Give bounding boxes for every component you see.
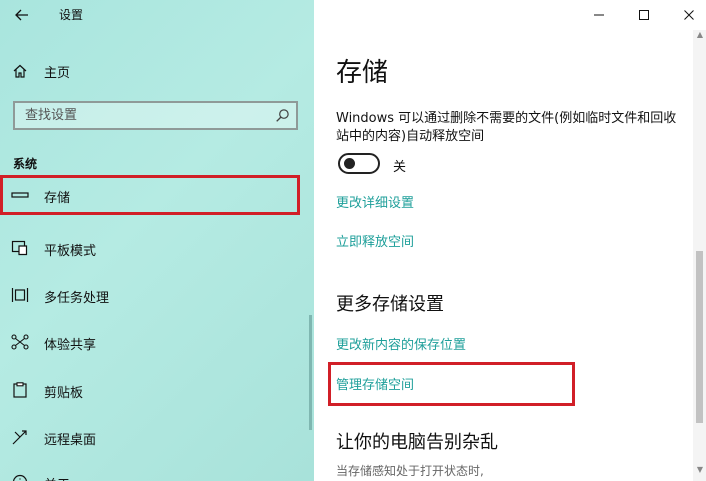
search-input[interactable] <box>25 106 265 125</box>
section-label-system: 系统 <box>13 157 38 171</box>
sidebar-item-label: 体验共享 <box>44 338 97 353</box>
about-icon <box>12 474 28 481</box>
multitasking-icon <box>11 288 29 302</box>
sidebar-item-remote-desktop[interactable]: 远程桌面 <box>0 417 300 457</box>
search-icon[interactable] <box>275 108 290 123</box>
free-space-now-link[interactable]: 立即释放空间 <box>336 231 414 250</box>
storage-sense-description: Windows 可以通过删除不需要的文件(例如临时文件和回收站中的内容)自动释放… <box>336 111 677 144</box>
sidebar-item-label: 多任务处理 <box>44 291 110 306</box>
maximize-button[interactable] <box>621 0 667 30</box>
toggle-state-label: 关 <box>393 160 407 175</box>
declutter-description: 当存储感知处于打开状态时, <box>336 464 484 478</box>
remote-desktop-icon <box>12 430 27 445</box>
declutter-heading: 让你的电脑告别杂乱 <box>336 432 498 453</box>
sidebar-item-clipboard[interactable]: 剪贴板 <box>0 370 300 410</box>
app-title: 设置 <box>59 8 84 22</box>
sidebar-item-multitasking[interactable]: 多任务处理 <box>0 275 300 315</box>
sidebar-item-shared-experiences[interactable]: 体验共享 <box>0 322 300 362</box>
search-box[interactable] <box>13 101 298 130</box>
storage-sense-toggle[interactable] <box>338 153 380 174</box>
close-icon <box>684 10 694 20</box>
sidebar-item-storage[interactable]: 存储 <box>0 175 300 215</box>
sidebar-item-label: 远程桌面 <box>44 433 97 448</box>
shared-experiences-icon <box>11 334 29 350</box>
sidebar-item-label: 平板模式 <box>44 244 97 259</box>
sidebar-item-about[interactable]: 关于 <box>0 462 300 481</box>
storage-icon <box>11 192 29 198</box>
content-pane: 存储 Windows 可以通过删除不需要的文件(例如临时文件和回收站中的内容)自… <box>314 0 706 481</box>
close-button[interactable] <box>666 0 706 30</box>
maximize-icon <box>639 10 649 20</box>
page-title: 存储 <box>336 58 389 88</box>
scroll-up-icon[interactable]: ▲ <box>694 30 706 44</box>
back-arrow-icon <box>15 9 28 21</box>
change-save-location-link[interactable]: 更改新内容的保存位置 <box>336 334 466 353</box>
sidebar-item-home[interactable]: 主页 <box>0 56 314 86</box>
sidebar-item-label: 存储 <box>44 191 71 206</box>
tablet-mode-icon <box>11 240 28 256</box>
home-icon <box>13 64 27 78</box>
toggle-knob <box>344 158 355 169</box>
sidebar: 设置 主页 系统 存储 平板模式 多任务处理 <box>0 0 314 481</box>
scroll-down-icon[interactable]: ▼ <box>694 465 706 479</box>
sidebar-scrollbar[interactable] <box>309 315 312 430</box>
sidebar-item-label: 关于 <box>44 474 70 481</box>
highlight-box <box>328 362 575 406</box>
scrollbar-thumb[interactable] <box>696 251 703 423</box>
sidebar-item-label: 剪贴板 <box>44 386 84 401</box>
minimize-button[interactable] <box>576 0 622 30</box>
back-button[interactable] <box>10 4 34 26</box>
clipboard-icon <box>13 382 27 398</box>
home-label: 主页 <box>44 66 71 81</box>
minimize-icon <box>594 14 604 16</box>
sidebar-item-tablet-mode[interactable]: 平板模式 <box>0 228 300 268</box>
change-details-link[interactable]: 更改详细设置 <box>336 192 414 211</box>
more-storage-settings-heading: 更多存储设置 <box>336 294 444 315</box>
